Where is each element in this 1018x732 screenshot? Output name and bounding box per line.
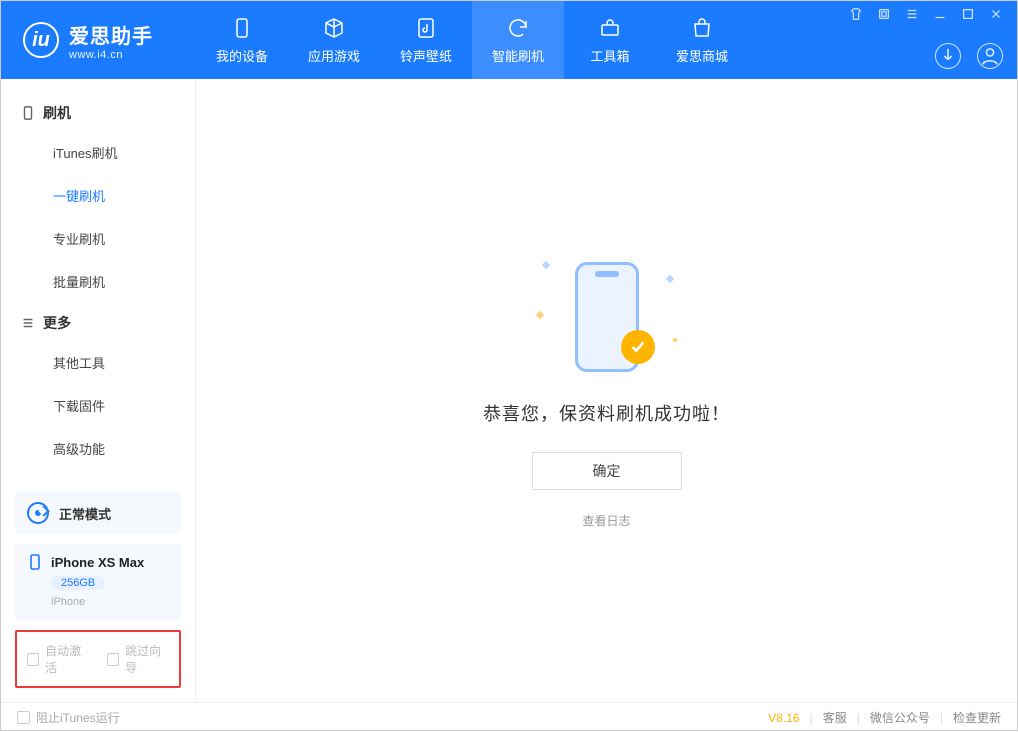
view-log-link[interactable]: 查看日志	[582, 512, 630, 529]
device-type: iPhone	[51, 596, 85, 608]
account-controls	[935, 43, 1003, 69]
footer-link-update[interactable]: 检查更新	[953, 709, 1001, 726]
sidebar-item-download-firmware[interactable]: 下载固件	[1, 384, 195, 427]
refresh-icon	[506, 16, 530, 40]
menu-icon[interactable]	[905, 7, 919, 21]
nav-label: 智能刷机	[492, 46, 544, 65]
check-badge-icon	[621, 330, 655, 364]
device-capacity: 256GB	[51, 576, 105, 590]
mode-label: 正常模式	[59, 504, 111, 523]
phone-icon	[230, 16, 254, 40]
checkbox-icon	[17, 711, 30, 724]
sidebar-group-flash: 刷机	[1, 93, 195, 131]
checkbox-auto-activate[interactable]: 自动激活	[27, 642, 89, 676]
sidebar-item-one-click-flash[interactable]: 一键刷机	[1, 174, 195, 217]
sidebar-item-pro-flash[interactable]: 专业刷机	[1, 217, 195, 260]
footer: 阻止iTunes运行 V8.16 | 客服 | 微信公众号 | 检查更新	[1, 702, 1017, 732]
header-right	[849, 1, 1003, 79]
bag-icon	[690, 16, 714, 40]
download-icon[interactable]	[935, 43, 961, 69]
lock-icon[interactable]	[877, 7, 891, 21]
nav-smart-flash[interactable]: 智能刷机	[472, 1, 564, 79]
nav-label: 应用游戏	[308, 46, 360, 65]
sidebar: 刷机 iTunes刷机 一键刷机 专业刷机 批量刷机 更多 其他工具 下载固件 …	[1, 79, 196, 702]
nav-label: 铃声壁纸	[400, 46, 452, 65]
mode-icon	[27, 502, 49, 524]
checkbox-skip-guide[interactable]: 跳过向导	[107, 642, 169, 676]
separator: |	[857, 711, 860, 725]
app-header: iu 爱思助手 www.i4.cn 我的设备 应用游戏 铃声壁纸 智能刷机 工具…	[1, 1, 1017, 79]
nav-apps-games[interactable]: 应用游戏	[288, 1, 380, 79]
options-highlight-box: 自动激活 跳过向导	[15, 630, 181, 688]
minimize-icon[interactable]	[933, 7, 947, 21]
close-icon[interactable]	[989, 7, 1003, 21]
checkbox-label: 自动激活	[45, 642, 89, 676]
app-name: 爱思助手	[69, 20, 153, 49]
sidebar-group-more: 更多	[1, 303, 195, 341]
phone-small-icon	[27, 554, 43, 570]
nav-ringtones[interactable]: 铃声壁纸	[380, 1, 472, 79]
device-name: iPhone XS Max	[51, 555, 144, 570]
app-url: www.i4.cn	[69, 49, 153, 61]
user-icon[interactable]	[977, 43, 1003, 69]
footer-link-support[interactable]: 客服	[823, 709, 847, 726]
nav-my-device[interactable]: 我的设备	[196, 1, 288, 79]
device-card[interactable]: iPhone XS Max 256GB iPhone	[15, 544, 181, 620]
checkbox-label: 阻止iTunes运行	[36, 709, 120, 726]
nav-label: 我的设备	[216, 46, 268, 65]
footer-link-wechat[interactable]: 微信公众号	[870, 709, 930, 726]
group-title: 更多	[43, 313, 71, 333]
checkbox-block-itunes[interactable]: 阻止iTunes运行	[17, 709, 120, 726]
mode-card[interactable]: 正常模式	[15, 492, 181, 534]
ok-button[interactable]: 确定	[532, 452, 682, 490]
nav-toolbox[interactable]: 工具箱	[564, 1, 656, 79]
logo-icon: iu	[23, 22, 59, 58]
nav-label: 工具箱	[590, 46, 629, 65]
nav-label: 爱思商城	[676, 46, 728, 65]
nav-store[interactable]: 爱思商城	[656, 1, 748, 79]
music-file-icon	[414, 16, 438, 40]
logo: iu 爱思助手 www.i4.cn	[1, 1, 196, 79]
checkbox-label: 跳过向导	[125, 642, 169, 676]
list-icon	[21, 316, 35, 330]
success-illustration	[537, 252, 677, 382]
sidebar-item-batch-flash[interactable]: 批量刷机	[1, 260, 195, 303]
group-title: 刷机	[43, 103, 71, 123]
top-nav: 我的设备 应用游戏 铃声壁纸 智能刷机 工具箱 爱思商城	[196, 1, 748, 79]
checkbox-icon	[107, 653, 119, 666]
sidebar-item-itunes-flash[interactable]: iTunes刷机	[1, 131, 195, 174]
separator: |	[810, 711, 813, 725]
success-message: 恭喜您，保资料刷机成功啦！	[483, 400, 730, 426]
version-label: V8.16	[768, 711, 799, 725]
sidebar-item-other-tools[interactable]: 其他工具	[1, 341, 195, 384]
device-icon	[21, 106, 35, 120]
toolbox-icon	[598, 16, 622, 40]
window-controls	[849, 7, 1003, 21]
shirt-icon[interactable]	[849, 7, 863, 21]
sidebar-item-advanced[interactable]: 高级功能	[1, 427, 195, 470]
main-content: 恭喜您，保资料刷机成功啦！ 确定 查看日志	[196, 79, 1017, 702]
separator: |	[940, 711, 943, 725]
cube-icon	[322, 16, 346, 40]
checkbox-icon	[27, 653, 39, 666]
maximize-icon[interactable]	[961, 7, 975, 21]
